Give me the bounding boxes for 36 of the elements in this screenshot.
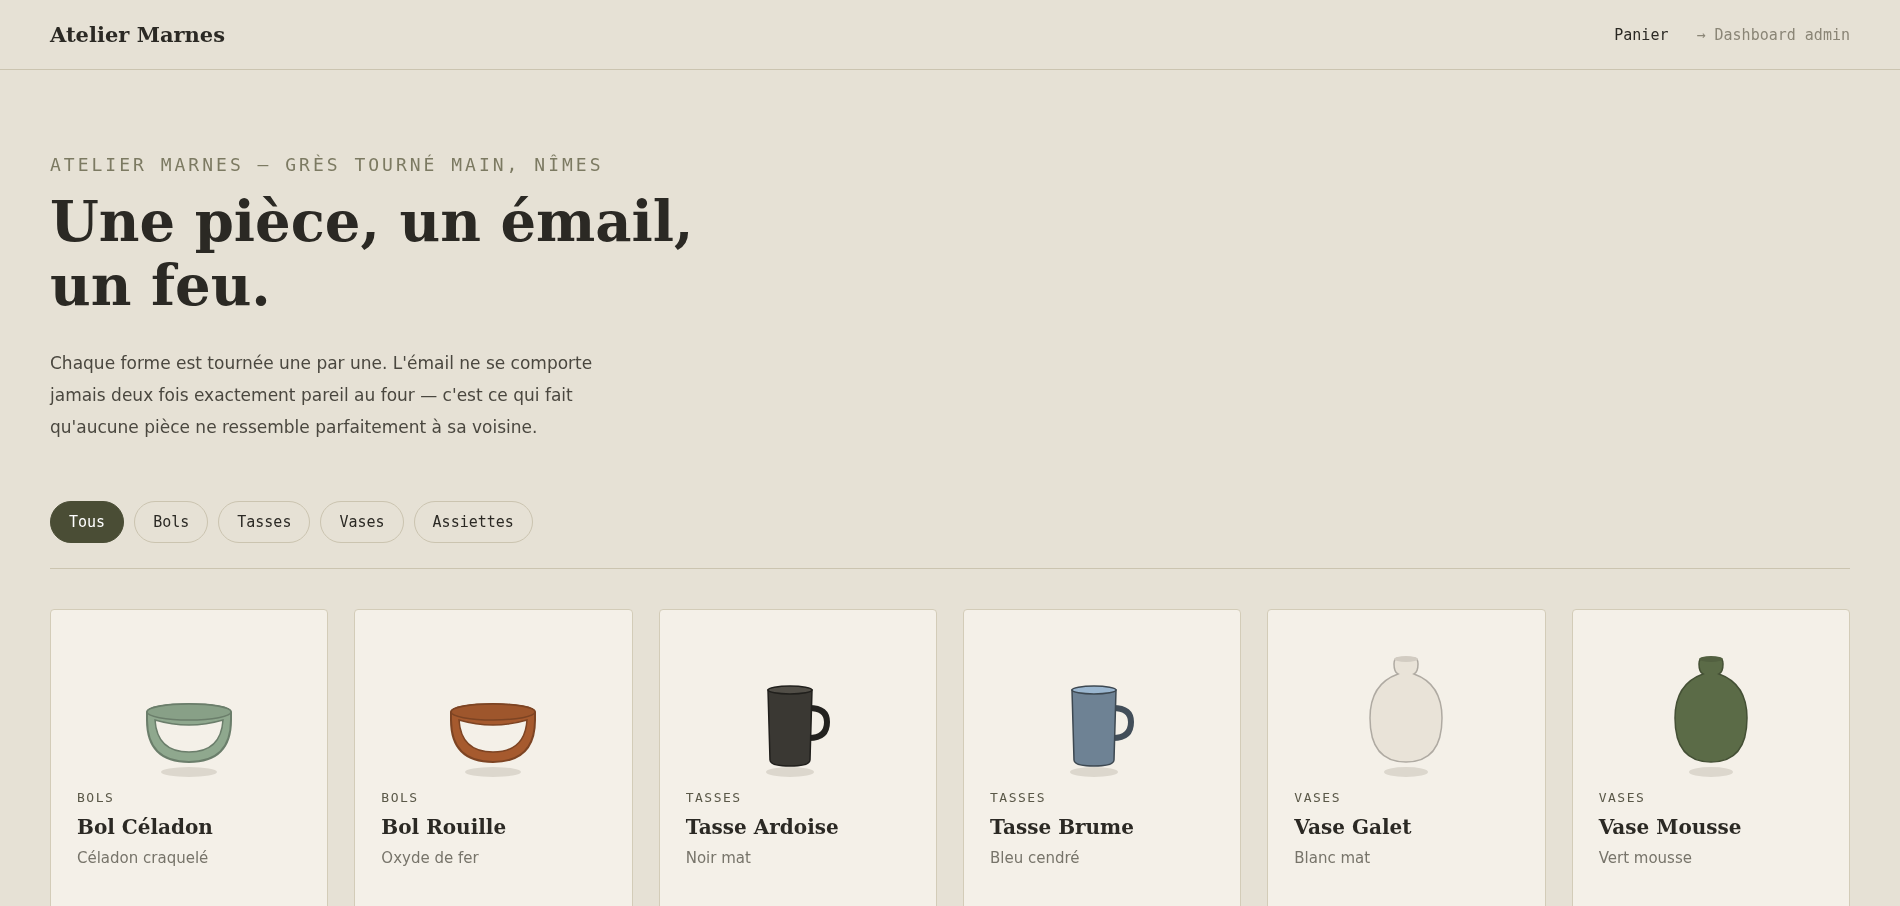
product-name: Bol Céladon [77,815,214,839]
product-card[interactable]: TASSES Tasse Brume Bleu cendré [963,609,1242,906]
filter-chip[interactable]: Tous [50,501,125,543]
mug-icon [764,682,831,778]
hero-title: Une pièce, un émail, un feu. [50,189,695,317]
product-category: TASSES [990,790,1047,805]
product-glaze: Noir mat [685,849,752,867]
product-name: Tasse Ardoise [685,815,840,839]
product-card[interactable]: TASSES Tasse Ardoise Noir mat [658,609,937,906]
product-category: VASES [1598,790,1647,805]
nav-link[interactable]: Panier [1614,25,1669,44]
mug-icon [1069,682,1136,778]
vase-icon [1368,654,1445,778]
product-glaze: Blanc mat [1294,849,1372,867]
product-name: Vase Mousse [1598,815,1743,839]
hero-description: Chaque forme est tournée une par une. L'émail ne se comporte jamais deux fois exactement pareil au four — c'est ce qui fait qu'aucune pièce ne ressemble parfaitement à sa voisine. [50,352,594,439]
product-glaze: Vert mousse [1598,849,1693,867]
product-category: TASSES [685,790,743,805]
brand-logo[interactable]: Atelier Marnes [50,22,226,47]
product-category: BOLS [77,790,116,805]
eyebrow-text: ATELIER MARNES — GRÈS TOURNÉ MAIN, NÎMES [50,154,605,175]
product-name: Tasse Brume [990,815,1135,839]
product-card[interactable]: VASES Vase Galet Blanc mat [1267,609,1546,906]
product-name: Vase Galet [1294,815,1413,839]
product-glaze: Oxyde de fer [381,849,480,867]
product-card[interactable]: BOLS Bol Rouille Oxyde de fer [354,609,633,906]
product-name: Bol Rouille [381,815,508,839]
vase-icon [1672,654,1749,778]
product-glaze: Bleu cendré [990,849,1081,867]
product-card[interactable]: BOLS Bol Céladon Céladon craquelé [50,609,329,906]
bowl-icon [145,700,234,778]
product-card[interactable]: VASES Vase Mousse Vert mousse [1571,609,1850,906]
product-category: VASES [1294,790,1342,805]
product-glaze: Céladon craquelé [77,849,210,867]
bowl-icon [449,700,538,778]
product-category: BOLS [381,790,420,805]
